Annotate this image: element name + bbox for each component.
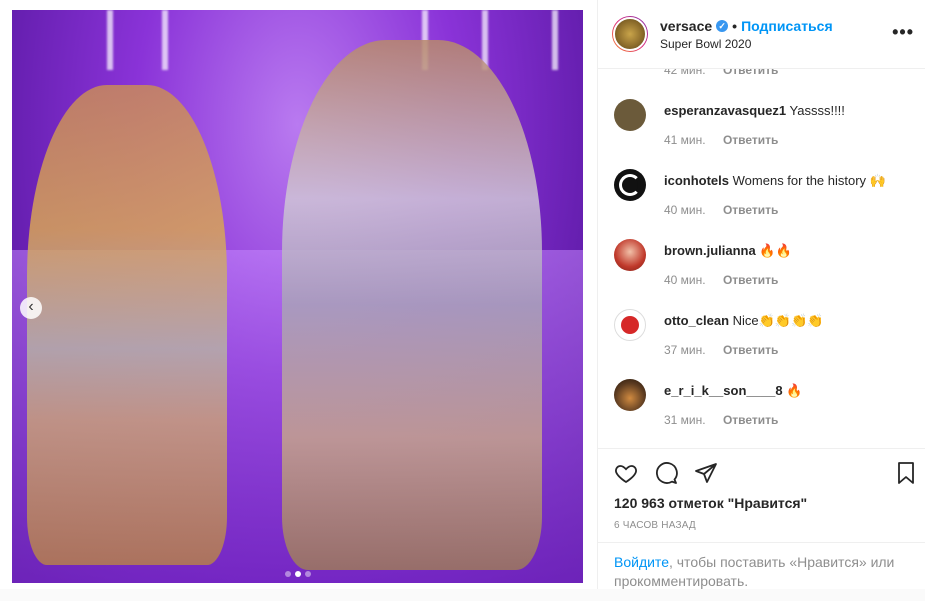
post-sidebar: versace ✓ • Подписаться Super Bowl 2020 … (597, 0, 925, 589)
comment-time: 37 мин. (664, 343, 706, 357)
comment-item: iconhotels Womens for the history 🙌 40 м… (614, 169, 912, 229)
stage-light (552, 10, 558, 70)
comment-username[interactable]: iconhotels (664, 173, 729, 188)
carousel-indicator (284, 571, 311, 577)
comment-item: esperanzavasquez1 Yassss!!!! 41 мин. Отв… (614, 99, 912, 159)
commenter-avatar[interactable] (614, 169, 646, 201)
login-link[interactable]: Войдите (614, 554, 669, 570)
account-avatar[interactable] (612, 16, 648, 52)
verified-badge-icon: ✓ (716, 19, 729, 32)
login-prompt: Войдите, чтобы поставить «Нравится» или … (598, 542, 925, 601)
comment-time: 42 мин. (664, 69, 706, 77)
previous-comment-meta: 42 мин. Ответить (664, 69, 778, 77)
comment-item: brown.julianna 🔥🔥 40 мин. Ответить (614, 239, 912, 299)
versace-logo-icon (613, 17, 647, 51)
reply-button[interactable]: Ответить (723, 133, 778, 147)
comment-text: 🔥🔥 (759, 243, 792, 258)
commenter-avatar[interactable] (614, 309, 646, 341)
comment-time: 40 мин. (664, 203, 706, 217)
comment-text: 🔥 (786, 383, 803, 398)
stage-light (107, 10, 113, 70)
comments-list[interactable]: 42 мин. Ответить esperanzavasquez1 Yasss… (598, 69, 925, 447)
comment-time: 41 мин. (664, 133, 706, 147)
follow-button[interactable]: Подписаться (741, 18, 833, 34)
comment-bubble-icon[interactable] (654, 461, 678, 485)
comment-username[interactable]: brown.julianna (664, 243, 756, 258)
likes-count[interactable]: 120 963 отметок "Нравится" (614, 495, 807, 511)
reply-button[interactable]: Ответить (723, 343, 778, 357)
account-username[interactable]: versace (660, 18, 712, 34)
comment-item: otto_clean Nice👏👏👏👏 37 мин. Ответить (614, 309, 912, 369)
carousel-dot (304, 571, 311, 577)
reply-button[interactable]: Ответить (723, 273, 778, 287)
comment-text: Womens for the history 🙌 (732, 173, 886, 188)
performer-left (27, 85, 227, 565)
previous-slide-button[interactable]: ‹ (20, 297, 42, 319)
commenter-avatar[interactable] (614, 239, 646, 271)
carousel-dot-active (294, 571, 301, 577)
iconhotels-logo-icon (619, 174, 641, 196)
comment-username[interactable]: otto_clean (664, 313, 729, 328)
comment-item: e_r_i_k__son____8 🔥 31 мин. Ответить (614, 379, 912, 439)
stage-light (162, 10, 168, 70)
instagram-post: ‹ versace ✓ • Подписаться Super Bowl 202… (0, 0, 925, 589)
comment-time: 40 мин. (664, 273, 706, 287)
reply-button[interactable]: Ответить (723, 69, 778, 77)
carousel-dot (284, 571, 291, 577)
reply-button[interactable]: Ответить (723, 413, 778, 427)
share-paper-plane-icon[interactable] (694, 461, 718, 485)
commenter-avatar[interactable] (614, 379, 646, 411)
more-options-icon[interactable]: ••• (892, 22, 914, 43)
comment-username[interactable]: esperanzavasquez1 (664, 103, 786, 118)
comment-text: Yassss!!!! (789, 103, 845, 118)
comment-text: Nice👏👏👏👏 (732, 313, 824, 328)
comment-username[interactable]: e_r_i_k__son____8 (664, 383, 783, 398)
post-photo[interactable]: ‹ (12, 10, 583, 583)
like-heart-icon[interactable] (614, 461, 638, 485)
commenter-avatar[interactable] (614, 99, 646, 131)
post-location[interactable]: Super Bowl 2020 (660, 37, 833, 51)
separator-dot: • (732, 17, 738, 34)
otto-clean-logo-icon (621, 316, 639, 334)
performer-right (282, 40, 542, 570)
post-actions: 120 963 отметок "Нравится" 6 ЧАСОВ НАЗАД… (598, 448, 925, 589)
comment-time: 31 мин. (664, 413, 706, 427)
reply-button[interactable]: Ответить (723, 203, 778, 217)
post-header: versace ✓ • Подписаться Super Bowl 2020 … (598, 0, 925, 69)
save-bookmark-icon[interactable] (894, 461, 918, 485)
post-timestamp[interactable]: 6 ЧАСОВ НАЗАД (614, 520, 696, 531)
